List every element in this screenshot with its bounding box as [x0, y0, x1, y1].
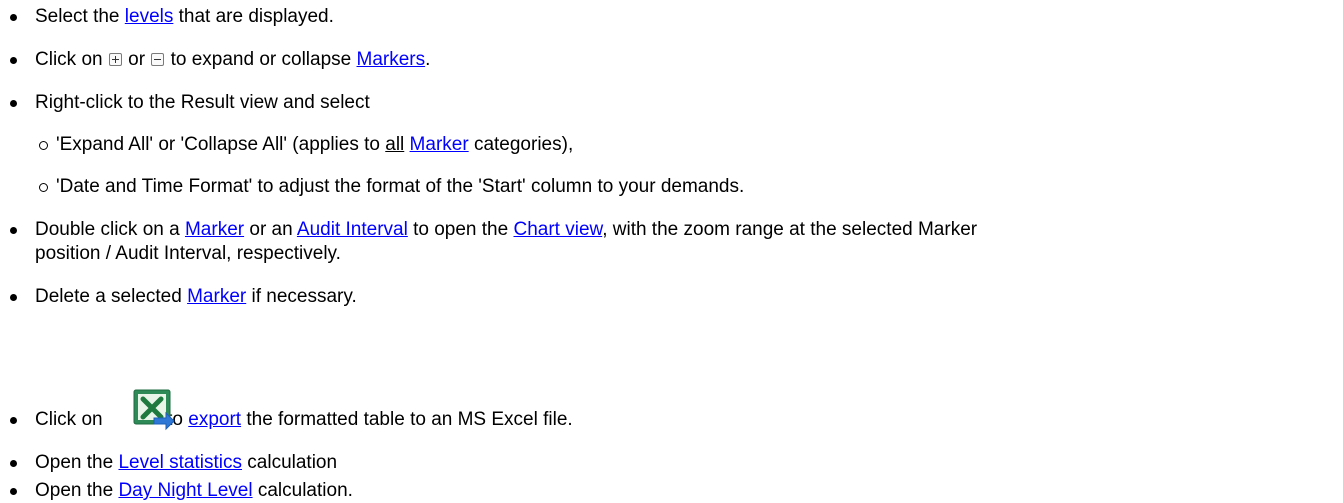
list-item-double-click-line2: position / Audit Interval, respectively.	[35, 243, 341, 264]
sub-bullet	[39, 141, 48, 150]
list-item-expand-collapse: Click on or to expand or collapse Marker…	[35, 49, 431, 70]
sub-item-expand-all: 'Expand All' or 'Collapse All' (applies …	[56, 134, 574, 155]
excel-export-icon[interactable]	[132, 388, 176, 432]
list-item-level-statistics: Open the Level statistics calculation	[35, 452, 338, 473]
marker-link[interactable]: Marker	[187, 286, 246, 307]
bullet	[10, 100, 17, 107]
list-item-delete-marker: Delete a selected Marker if necessary.	[35, 286, 357, 307]
export-link[interactable]: export	[188, 409, 241, 430]
markers-link[interactable]: Markers	[357, 49, 426, 70]
collapse-minus-icon	[151, 53, 165, 66]
sub-item-date-time-format: 'Date and Time Format' to adjust the for…	[56, 176, 745, 197]
chart-view-link[interactable]: Chart view	[513, 219, 602, 240]
list-item-export: Click on to export the formatted table t…	[35, 409, 573, 430]
expand-plus-icon	[108, 53, 122, 66]
levels-link[interactable]: levels	[125, 6, 174, 27]
bullet	[10, 488, 17, 495]
marker-link[interactable]: Marker	[410, 134, 469, 155]
sub-bullet	[39, 183, 48, 192]
day-night-level-link[interactable]: Day Night Level	[118, 480, 252, 501]
list-item-day-night-level: Open the Day Night Level calculation.	[35, 480, 353, 501]
marker-link[interactable]: Marker	[185, 219, 244, 240]
audit-interval-link[interactable]: Audit Interval	[297, 219, 408, 240]
list-item-select-levels: Select the levels that are displayed.	[35, 6, 334, 27]
list-item-double-click: Double click on a Marker or an Audit Int…	[35, 219, 978, 240]
bullet	[10, 417, 17, 424]
list-item-right-click: Right-click to the Result view and selec…	[35, 92, 370, 113]
bullet	[10, 14, 17, 21]
bullet	[10, 460, 17, 467]
level-statistics-link[interactable]: Level statistics	[118, 452, 242, 473]
bullet	[10, 294, 17, 301]
bullet	[10, 57, 17, 64]
bullet	[10, 227, 17, 234]
